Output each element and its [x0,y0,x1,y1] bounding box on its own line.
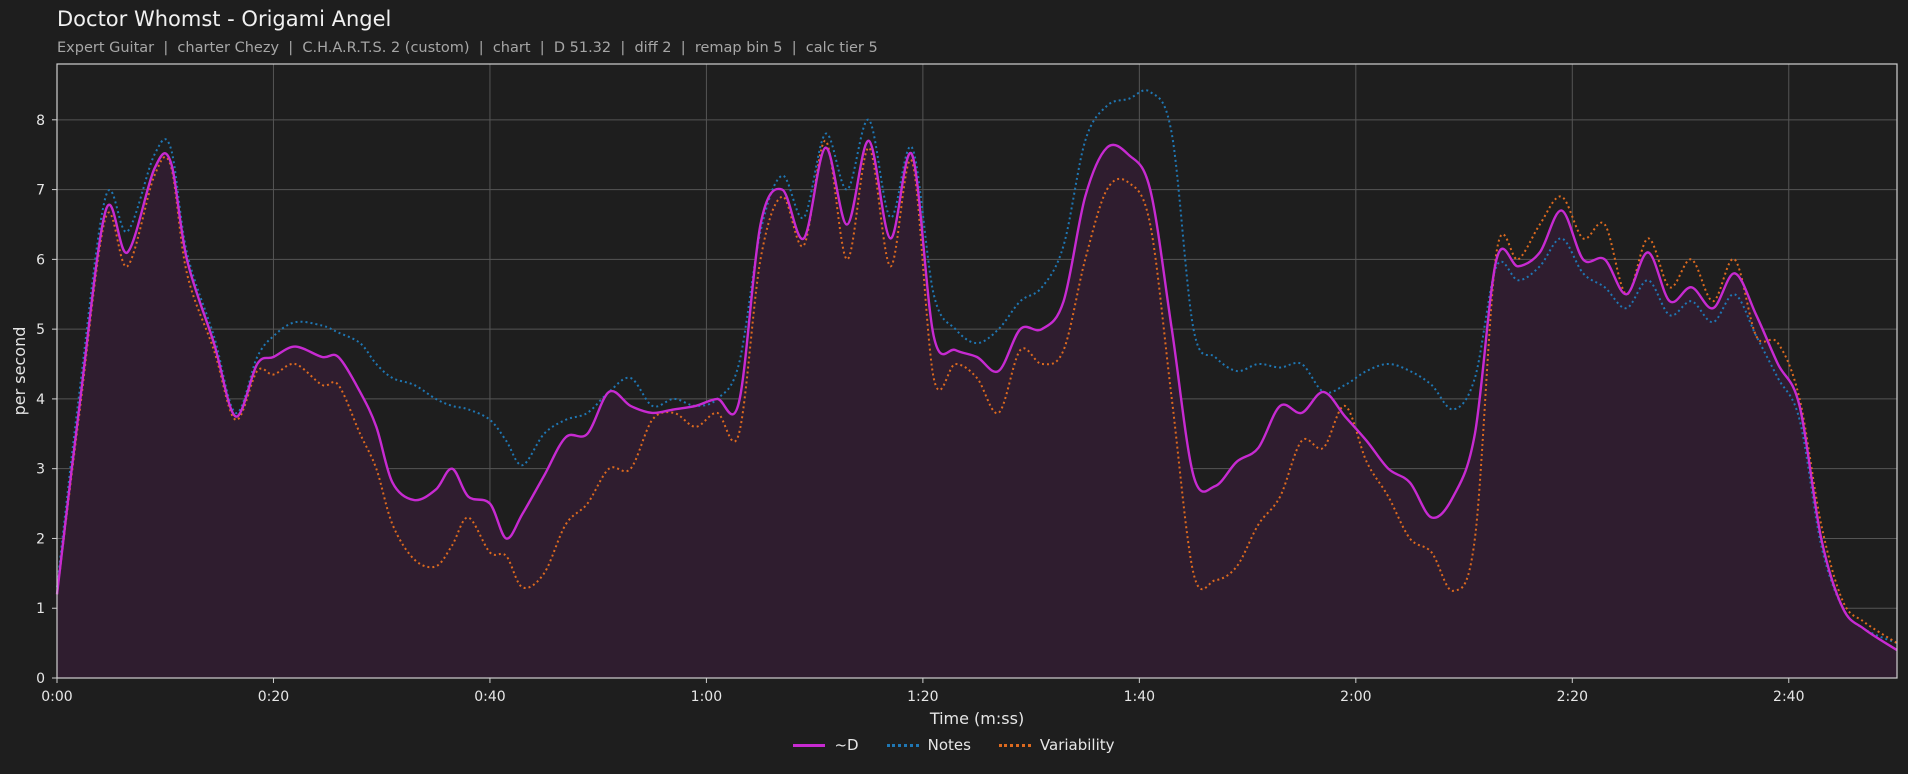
y-tick-label: 6 [36,252,45,268]
legend-item-d: ~D [793,736,859,754]
x-axis-label: Time (m:ss) [929,709,1024,728]
legend-label-variability: Variability [1039,736,1115,754]
y-tick-label: 1 [36,601,45,617]
y-tick-label: 3 [36,462,45,478]
x-tick-label: 2:40 [1773,689,1804,705]
x-tick-label: 2:20 [1557,689,1588,705]
x-tick-label: 1:20 [907,689,938,705]
chart-canvas: 0:00 0:20 0:40 1:00 1:20 1:40 2:00 2:20 2:40 0 1 2 3… [10,63,1898,728]
d-area-fill [57,140,1897,678]
x-tick-label: 2:00 [1340,689,1371,705]
legend-swatch-variability [998,743,1031,747]
y-tick-label: 2 [36,531,45,547]
legend-swatch-d [793,743,826,747]
y-tick-label: 5 [36,322,45,338]
legend-label-d: ~D [834,736,859,754]
y-tick-label: 0 [36,671,45,687]
x-tick-label: 1:00 [691,689,722,705]
x-tick-label: 0:00 [41,689,72,705]
legend-item-notes: Notes [886,736,971,754]
legend-swatch-notes [886,743,919,747]
x-tick-label: 0:40 [474,689,505,705]
x-tick-label: 0:20 [258,689,289,705]
legend: ~D Notes Variability [0,736,1908,754]
y-axis-label: per second [10,327,29,416]
legend-item-variability: Variability [998,736,1115,754]
y-tick-label: 7 [36,183,45,199]
y-tick-label: 4 [36,392,45,408]
x-tick-label: 1:40 [1124,689,1155,705]
legend-label-notes: Notes [927,736,971,754]
y-tick-label: 8 [36,113,45,129]
